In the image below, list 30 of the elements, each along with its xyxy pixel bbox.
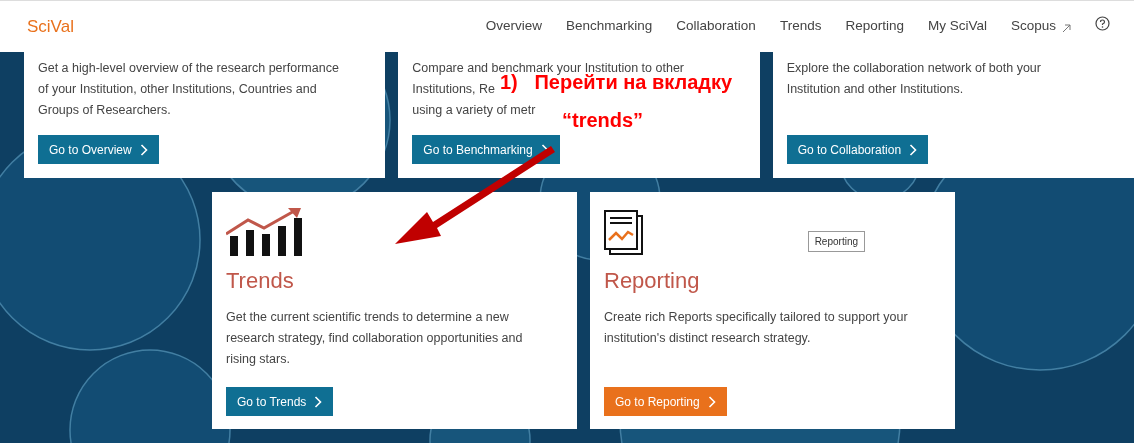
chevron-right-icon (909, 143, 918, 156)
card-description: Get a high-level overview of the research performance of your Institution, other Institutions, Countries and Groups of Researchers. (38, 60, 340, 119)
card-description-line: Compare and benchmark your Institution to other (412, 60, 684, 75)
nav-link[interactable]: Benchmarking (566, 16, 653, 37)
report-document-icon (604, 210, 644, 256)
annotation-text: “trends” (562, 110, 644, 130)
nav-link[interactable]: Collaboration (676, 16, 756, 37)
go-button[interactable]: Go to Overview (38, 135, 159, 164)
go-button[interactable]: Go to Trends (226, 387, 334, 416)
chevron-right-icon (314, 395, 323, 408)
go-button[interactable]: Go to Collaboration (786, 135, 929, 164)
help-icon[interactable] (1095, 16, 1110, 31)
card-description-line: using a variety of metr (412, 102, 536, 119)
nav-link[interactable]: Trends (779, 16, 822, 37)
go-button[interactable]: Go to Benchmarking (412, 135, 560, 164)
nav-link[interactable]: Reporting (845, 16, 904, 37)
card-title: Reporting (604, 267, 701, 295)
external-link-icon (1062, 23, 1071, 33)
card-description: Explore the collaboration network of both your Institution and other Institutions. (786, 60, 1042, 98)
chevron-right-icon (707, 395, 716, 408)
card-description: Create rich Reports specifically tailored to support your institution's distinct research strategy. (604, 309, 909, 347)
card-description-line: Institutions, Re (412, 81, 495, 98)
tooltip: Reporting (807, 231, 865, 252)
chevron-right-icon (139, 143, 148, 156)
nav-link[interactable]: My SciVal (927, 16, 987, 37)
nav-link[interactable]: Scopus (1010, 16, 1071, 37)
bar-chart-trend-icon (226, 208, 304, 256)
card-title: Trends (226, 267, 295, 295)
nav-link[interactable]: Overview (485, 16, 543, 37)
card-description: Get the current scientific trends to determine a new research strategy, find collaboration opportunities and rising stars. (226, 309, 524, 368)
